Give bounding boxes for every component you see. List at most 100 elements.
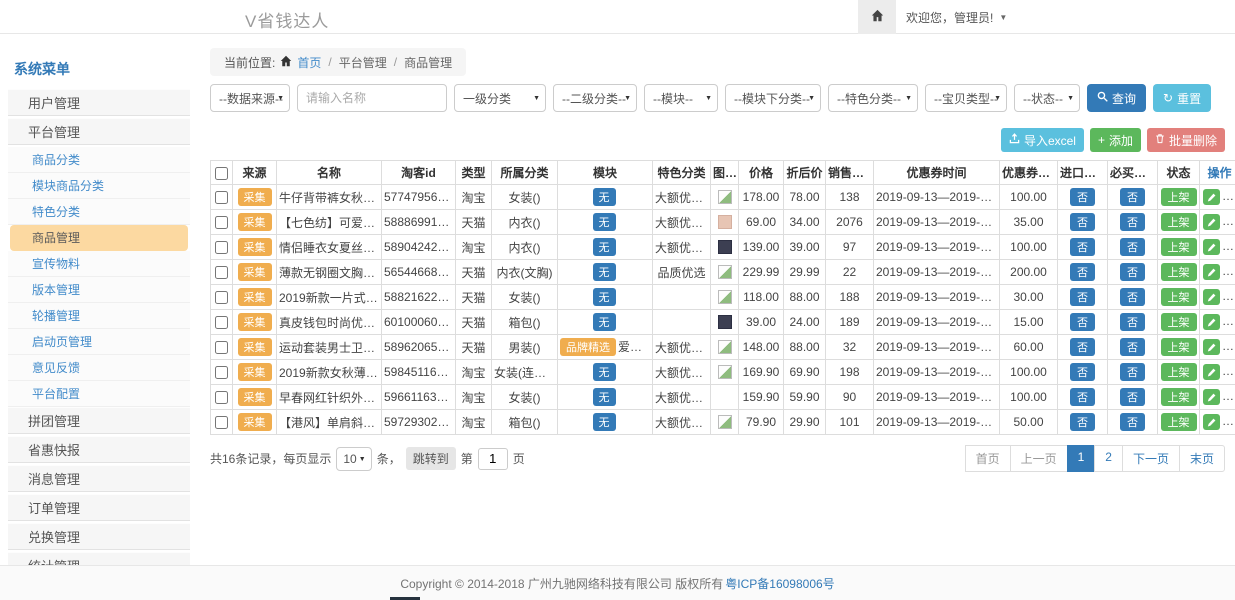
status-toggle[interactable]: 上架 — [1161, 313, 1197, 331]
edit-button[interactable] — [1203, 389, 1220, 405]
sidebar-item[interactable]: 统计管理 — [8, 552, 190, 565]
mustbuy-toggle[interactable]: 否 — [1120, 388, 1145, 406]
page-button[interactable]: 下一页 — [1122, 445, 1180, 472]
row-checkbox[interactable] — [215, 191, 228, 204]
import-select-toggle[interactable]: 否 — [1070, 388, 1095, 406]
level1-category-select[interactable]: 一级分类 ▼ — [454, 84, 546, 112]
status-toggle[interactable]: 上架 — [1161, 413, 1197, 431]
sidebar-item[interactable]: 平台管理 — [8, 118, 190, 145]
jump-button[interactable]: 跳转到 — [406, 447, 456, 470]
sidebar-item[interactable]: 拼团管理 — [8, 407, 190, 434]
sidebar-item[interactable]: 省惠快报 — [8, 436, 190, 463]
row-checkbox[interactable] — [215, 266, 228, 279]
select-all-checkbox[interactable] — [215, 167, 228, 180]
copyright-text: Copyright © 2014-2018 广州九驰网络科技有限公司 版权所有 — [400, 575, 723, 592]
feature-category-select[interactable]: --特色分类-- ▼ — [828, 84, 918, 112]
row-checkbox[interactable] — [215, 341, 228, 354]
import-select-toggle[interactable]: 否 — [1070, 263, 1095, 281]
mustbuy-toggle[interactable]: 否 — [1120, 313, 1145, 331]
status-select[interactable]: --状态-- ▼ — [1014, 84, 1080, 112]
sidebar-item[interactable]: 订单管理 — [8, 494, 190, 521]
module-select[interactable]: --模块-- ▼ — [644, 84, 718, 112]
status-toggle[interactable]: 上架 — [1161, 238, 1197, 256]
row-checkbox[interactable] — [215, 216, 228, 229]
sidebar-item[interactable]: 商品管理 — [10, 225, 188, 251]
row-checkbox[interactable] — [215, 416, 228, 429]
row-checkbox[interactable] — [215, 366, 228, 379]
name-input[interactable] — [297, 84, 447, 112]
import-select-toggle[interactable]: 否 — [1070, 213, 1095, 231]
mustbuy-toggle[interactable]: 否 — [1120, 188, 1145, 206]
row-checkbox[interactable] — [215, 241, 228, 254]
sidebar-item[interactable]: 启动页管理 — [8, 329, 190, 355]
status-toggle[interactable]: 上架 — [1161, 263, 1197, 281]
icp-link[interactable]: 粤ICP备16098006号 — [725, 575, 834, 592]
page-button[interactable]: 2 — [1094, 445, 1123, 472]
page-size-select[interactable]: 10 ▼ — [336, 447, 371, 471]
page-button[interactable]: 首页 — [965, 445, 1011, 472]
import-select-toggle[interactable]: 否 — [1070, 413, 1095, 431]
page-button[interactable]: 末页 — [1179, 445, 1225, 472]
module-sub-category-select[interactable]: --模块下分类-- ▼ — [725, 84, 821, 112]
edit-button[interactable] — [1203, 314, 1220, 330]
status-toggle[interactable]: 上架 — [1161, 363, 1197, 381]
import-select-toggle[interactable]: 否 — [1070, 338, 1095, 356]
level2-category-select[interactable]: --二级分类-- ▼ — [553, 84, 637, 112]
edit-button[interactable] — [1203, 264, 1220, 280]
mustbuy-toggle[interactable]: 否 — [1120, 238, 1145, 256]
module-badge: 无 — [593, 313, 616, 331]
home-button[interactable] — [858, 0, 896, 34]
edit-button[interactable] — [1203, 239, 1220, 255]
status-toggle[interactable]: 上架 — [1161, 338, 1197, 356]
sidebar-item[interactable]: 用户管理 — [8, 89, 190, 116]
sidebar-item[interactable]: 宣传物料 — [8, 251, 190, 277]
status-toggle[interactable]: 上架 — [1161, 288, 1197, 306]
mustbuy-toggle[interactable]: 否 — [1120, 363, 1145, 381]
mustbuy-toggle[interactable]: 否 — [1120, 263, 1145, 281]
import-select-toggle[interactable]: 否 — [1070, 188, 1095, 206]
sidebar-item[interactable]: 兑换管理 — [8, 523, 190, 550]
price: 39.00 — [739, 310, 784, 335]
search-button[interactable]: 查询 — [1087, 84, 1146, 112]
row-checkbox[interactable] — [215, 391, 228, 404]
sidebar-item[interactable]: 轮播管理 — [8, 303, 190, 329]
status-toggle[interactable]: 上架 — [1161, 388, 1197, 406]
sidebar-item[interactable]: 特色分类 — [8, 199, 190, 225]
sidebar-item[interactable]: 模块商品分类 — [8, 173, 190, 199]
jump-page-input[interactable] — [478, 448, 508, 470]
sidebar-item[interactable]: 商品分类 — [8, 147, 190, 173]
user-menu[interactable]: 欢迎您，管理员! ▼ — [906, 0, 1007, 34]
edit-button[interactable] — [1203, 289, 1220, 305]
import-select-toggle[interactable]: 否 — [1070, 313, 1095, 331]
row-checkbox[interactable] — [215, 291, 228, 304]
edit-button[interactable] — [1203, 364, 1220, 380]
mustbuy-toggle[interactable]: 否 — [1120, 413, 1145, 431]
item-type-select[interactable]: --宝贝类型-- ▼ — [925, 84, 1007, 112]
edit-button[interactable] — [1203, 214, 1220, 230]
reset-button[interactable]: ↻ 重置 — [1153, 84, 1211, 112]
edit-button[interactable] — [1203, 414, 1220, 430]
mustbuy-toggle[interactable]: 否 — [1120, 338, 1145, 356]
batch-delete-button[interactable]: 批量删除 — [1147, 128, 1225, 152]
sidebar-item[interactable]: 意见反馈 — [8, 355, 190, 381]
import-select-toggle[interactable]: 否 — [1070, 238, 1095, 256]
status-toggle[interactable]: 上架 — [1161, 188, 1197, 206]
breadcrumb-home-link[interactable]: 首页 — [297, 54, 321, 71]
add-button[interactable]: + 添加 — [1090, 128, 1141, 152]
mustbuy-toggle[interactable]: 否 — [1120, 213, 1145, 231]
sidebar-item[interactable]: 版本管理 — [8, 277, 190, 303]
page-button[interactable]: 1 — [1067, 445, 1096, 472]
mustbuy-toggle[interactable]: 否 — [1120, 288, 1145, 306]
import-select-toggle[interactable]: 否 — [1070, 363, 1095, 381]
coupon-time: 2019-09-13—2019-09-17 — [874, 260, 1000, 285]
status-toggle[interactable]: 上架 — [1161, 213, 1197, 231]
sidebar-item[interactable]: 消息管理 — [8, 465, 190, 492]
edit-button[interactable] — [1203, 189, 1220, 205]
edit-button[interactable] — [1203, 339, 1220, 355]
import-excel-button[interactable]: 导入excel — [1001, 128, 1084, 152]
row-checkbox[interactable] — [215, 316, 228, 329]
sidebar-item[interactable]: 平台配置 — [8, 381, 190, 407]
page-button[interactable]: 上一页 — [1010, 445, 1068, 472]
data-source-select[interactable]: --数据来源-- ▼ — [210, 84, 290, 112]
import-select-toggle[interactable]: 否 — [1070, 288, 1095, 306]
